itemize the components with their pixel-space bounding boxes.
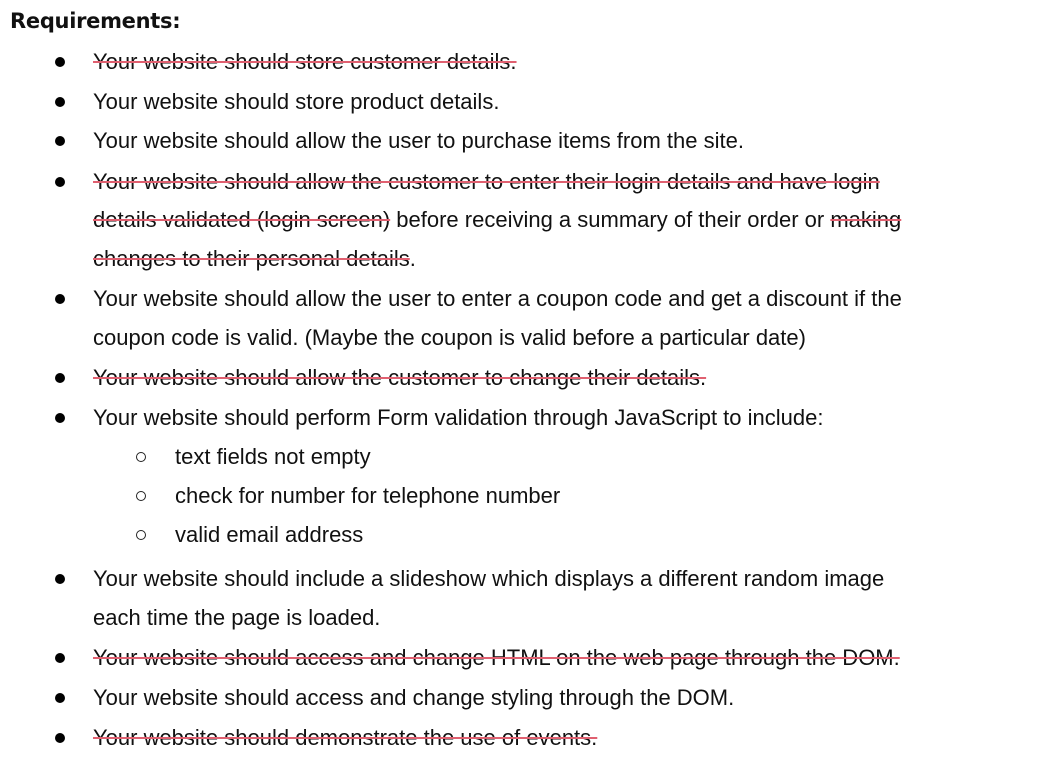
requirement-text: Your website should access and change st… (93, 685, 735, 710)
subitem-text: text fields not empty (175, 444, 371, 469)
requirement-text: Your website should allow the customer t… (93, 169, 880, 194)
requirement-text: Your website should demonstrate the use … (93, 725, 598, 750)
requirement-text: details validated (login screen) before … (93, 200, 901, 240)
struck-text: changes to their personal details (93, 246, 410, 271)
requirement-text: Your website should allow the user to en… (93, 286, 902, 311)
circle-bullet-icon (136, 491, 146, 501)
requirement-text: Your website should allow the customer t… (93, 365, 707, 390)
subitem-text: valid email address (175, 522, 364, 547)
bullet-icon (55, 693, 65, 703)
bullet-icon (55, 97, 65, 107)
bullet-icon (55, 177, 65, 187)
struck-text: details validated (login screen) (93, 207, 391, 232)
bullet-icon (55, 373, 65, 383)
plain-text: before receiving a summary of their orde… (390, 207, 831, 232)
bullet-icon (55, 574, 65, 584)
bullet-icon (55, 733, 65, 743)
bullet-icon (55, 136, 65, 146)
plain-text: . (409, 246, 416, 271)
struck-text: making (830, 207, 902, 232)
requirements-heading: Requirements: (10, 9, 181, 33)
circle-bullet-icon (136, 530, 146, 540)
requirement-text: Your website should perform Form validat… (93, 405, 824, 430)
bullet-icon (55, 294, 65, 304)
bullet-icon (55, 413, 65, 423)
requirement-text: Your website should access and change HT… (93, 645, 900, 670)
requirement-text: Your website should allow the user to pu… (93, 128, 744, 153)
requirement-text: Your website should store customer detai… (93, 49, 517, 74)
requirement-text: each time the page is loaded. (93, 605, 381, 630)
requirement-text: changes to their personal details. (93, 239, 416, 279)
circle-bullet-icon (136, 452, 146, 462)
subitem-text: check for number for telephone number (175, 483, 561, 508)
bullet-icon (55, 653, 65, 663)
requirement-text: Your website should include a slideshow … (93, 566, 885, 591)
requirement-text: coupon code is valid. (Maybe the coupon … (93, 325, 806, 350)
requirement-text: Your website should store product detail… (93, 89, 500, 114)
bullet-icon (55, 57, 65, 67)
